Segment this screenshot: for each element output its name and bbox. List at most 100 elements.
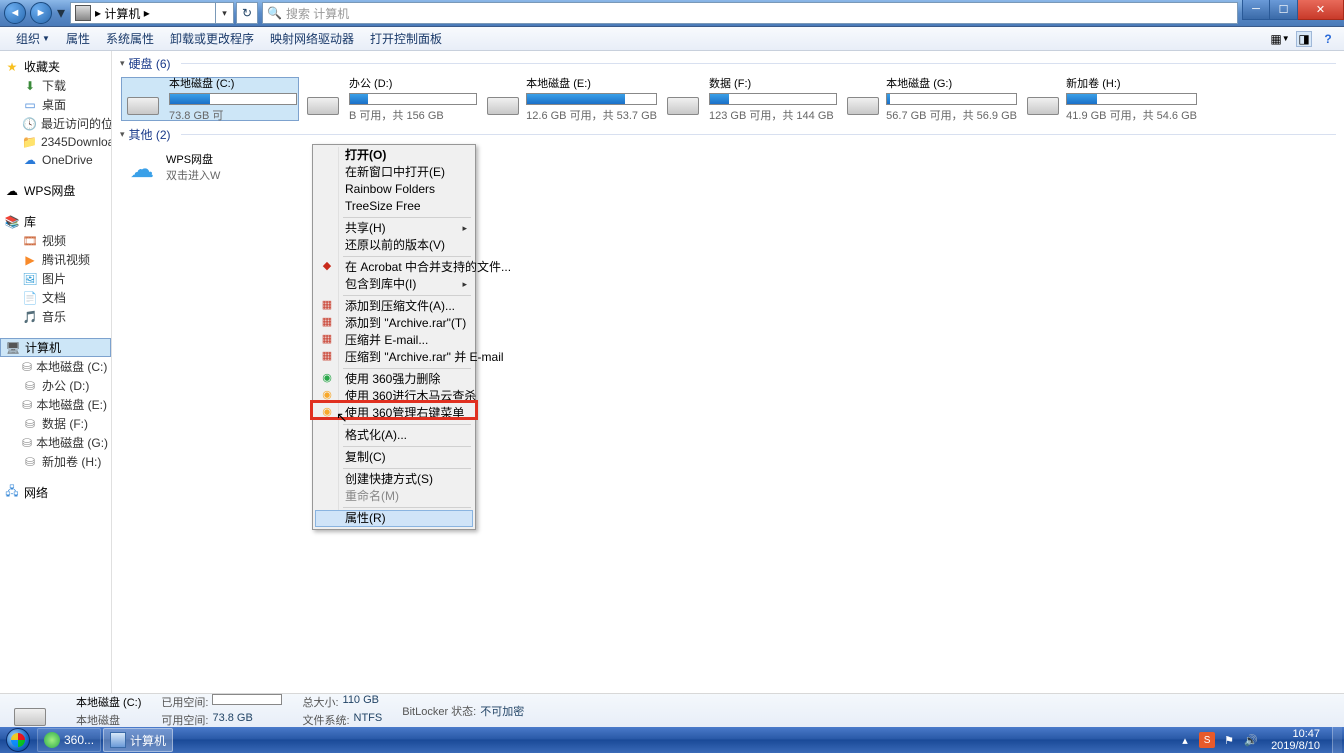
drive-h[interactable]: 新加卷 (H:) 41.9 GB 可用，共 54.6 GB (1021, 77, 1199, 121)
breadcrumb-computer[interactable]: 计算机 (104, 5, 140, 22)
ctx-add-archive[interactable]: ▦添加到压缩文件(A)... (315, 298, 473, 315)
sidebar-drive-h[interactable]: ⛁新加卷 (H:) (0, 452, 111, 471)
close-button[interactable]: ✕ (1298, 0, 1344, 20)
tray-expand-icon[interactable]: ▴ (1177, 732, 1193, 748)
sidebar-drive-d[interactable]: ⛁办公 (D:) (0, 376, 111, 395)
maximize-button[interactable]: ☐ (1270, 0, 1298, 20)
free-space-value: 73.8 GB (212, 712, 252, 728)
ctx-rainbow-folders[interactable]: Rainbow Folders (315, 181, 473, 198)
sidebar-onedrive[interactable]: ☁OneDrive (0, 151, 111, 169)
titlebar: ◄ ► ▾ ▸ 计算机 ▸ ▾ ↻ 🔍 搜索 计算机 ─ ☐ ✕ (0, 0, 1344, 27)
drive-icon: ⛁ (22, 454, 38, 470)
group-hard-drives[interactable]: ▾硬盘 (6) (112, 51, 1344, 76)
drive-free-text: 12.6 GB 可用，共 53.7 GB (526, 107, 657, 123)
sidebar-drive-c[interactable]: ⛁本地磁盘 (C:) (0, 357, 111, 376)
sidebar-network[interactable]: 🖧网络 (0, 483, 111, 502)
drive-free-text: 56.7 GB 可用，共 56.9 GB (886, 107, 1017, 123)
acrobat-icon: ◆ (319, 259, 335, 274)
sidebar-2345downloads[interactable]: 📁2345Downloads (0, 133, 111, 151)
nav-history-dropdown[interactable]: ▾ (54, 2, 68, 24)
taskbar-explorer[interactable]: 计算机 (103, 728, 173, 752)
toolbar-map-drive[interactable]: 映射网络驱动器 (262, 28, 362, 49)
ctx-add-archive-rar[interactable]: ▦添加到 "Archive.rar"(T) (315, 315, 473, 332)
ctx-compress-rar-email[interactable]: ▦压缩到 "Archive.rar" 并 E-mail (315, 349, 473, 366)
ctx-create-shortcut[interactable]: 创建快捷方式(S) (315, 471, 473, 488)
toolbar-organize[interactable]: 组织▼ (8, 28, 58, 49)
nav-back-button[interactable]: ◄ (4, 2, 26, 24)
recent-icon: 🕓 (22, 116, 37, 132)
drives-grid: 本地磁盘 (C:) 73.8 GB 可 办公 (D:) B 可用，共 156 G… (112, 76, 1344, 122)
drive-usage-bar (886, 93, 1017, 105)
sidebar-drive-g[interactable]: ⛁本地磁盘 (G:) (0, 433, 111, 452)
ctx-360-delete[interactable]: ◉使用 360强力删除 (315, 371, 473, 388)
ctx-open-new-window[interactable]: 在新窗口中打开(E) (315, 164, 473, 181)
toolbar-properties[interactable]: 属性 (58, 28, 98, 49)
taskbar-360[interactable]: 360... (37, 728, 101, 752)
tray-flag-icon[interactable]: ⚑ (1221, 732, 1237, 748)
show-desktop-button[interactable] (1332, 727, 1342, 753)
sidebar-desktop[interactable]: ▭桌面 (0, 95, 111, 114)
ctx-open[interactable]: 打开(O) (315, 147, 473, 164)
taskbar-clock[interactable]: 10:47 2019/8/10 (1267, 727, 1324, 753)
tray-ime-icon[interactable]: S (1199, 732, 1215, 748)
ctx-copy[interactable]: 复制(C) (315, 449, 473, 466)
toolbar-uninstall[interactable]: 卸载或更改程序 (162, 28, 262, 49)
preview-pane-button[interactable]: ◨ (1296, 31, 1312, 47)
refresh-button[interactable]: ↻ (236, 2, 258, 24)
toolbar: 组织▼ 属性 系统属性 卸载或更改程序 映射网络驱动器 打开控制面板 ▦▼ ◨ … (0, 27, 1344, 51)
drive-f[interactable]: 数据 (F:) 123 GB 可用，共 144 GB (661, 77, 839, 121)
breadcrumb-sep2: ▸ (144, 6, 150, 20)
drive-free-text: 41.9 GB 可用，共 54.6 GB (1066, 107, 1197, 123)
view-mode-button[interactable]: ▦▼ (1272, 31, 1288, 47)
ctx-acrobat-combine[interactable]: ◆在 Acrobat 中合并支持的文件... (315, 259, 473, 276)
drive-c[interactable]: 本地磁盘 (C:) 73.8 GB 可 (121, 77, 299, 121)
toolbar-system-properties[interactable]: 系统属性 (98, 28, 162, 49)
ctx-compress-email[interactable]: ▦压缩并 E-mail... (315, 332, 473, 349)
sidebar-documents[interactable]: 📄文档 (0, 288, 111, 307)
drive-name: 数据 (F:) (709, 75, 837, 91)
drive-d[interactable]: 办公 (D:) B 可用，共 156 GB (301, 77, 479, 121)
sidebar-tencent-video[interactable]: ▶腾讯视频 (0, 250, 111, 269)
drive-free-text: B 可用，共 156 GB (349, 107, 477, 123)
ctx-rename[interactable]: 重命名(M) (315, 488, 473, 505)
search-placeholder: 搜索 计算机 (286, 5, 349, 22)
sidebar-music[interactable]: 🎵音乐 (0, 307, 111, 326)
windows-orb-icon (6, 728, 30, 752)
start-button[interactable] (0, 727, 36, 753)
toolbar-control-panel[interactable]: 打开控制面板 (362, 28, 450, 49)
sidebar-drive-f[interactable]: ⛁数据 (F:) (0, 414, 111, 433)
drive-icon (663, 81, 703, 117)
group-other[interactable]: ▾其他 (2) (112, 122, 1344, 147)
drive-g[interactable]: 本地磁盘 (G:) 56.7 GB 可用，共 56.9 GB (841, 77, 1019, 121)
address-dropdown[interactable]: ▾ (216, 2, 234, 24)
minimize-button[interactable]: ─ (1242, 0, 1270, 20)
drive-e[interactable]: 本地磁盘 (E:) 12.6 GB 可用，共 53.7 GB (481, 77, 659, 121)
ctx-format[interactable]: 格式化(A)... (315, 427, 473, 444)
total-size-label: 总大小: (302, 694, 338, 710)
drive-usage-bar (349, 93, 477, 105)
ctx-properties[interactable]: 属性(R) (315, 510, 473, 527)
sidebar-favorites[interactable]: ★收藏夹 (0, 57, 111, 76)
ctx-treesize[interactable]: TreeSize Free (315, 198, 473, 215)
sidebar-downloads[interactable]: ⬇下载 (0, 76, 111, 95)
other-wps[interactable]: ☁ WPS网盘 双击进入W (120, 147, 340, 191)
help-button[interactable]: ? (1320, 31, 1336, 47)
address-bar[interactable]: ▸ 计算机 ▸ (70, 2, 216, 24)
drive-name: 办公 (D:) (349, 75, 477, 91)
sidebar-computer[interactable]: 🖥计算机 (0, 338, 111, 357)
sidebar-recent[interactable]: 🕓最近访问的位置 (0, 114, 111, 133)
ctx-include-library[interactable]: 包含到库中(I)▸ (315, 276, 473, 293)
360-icon: ◉ (319, 405, 335, 420)
nav-forward-button[interactable]: ► (30, 2, 52, 24)
tray-volume-icon[interactable]: 🔊 (1243, 732, 1259, 748)
ctx-360-scan[interactable]: ◉使用 360进行木马云查杀 (315, 388, 473, 405)
details-pane: 本地磁盘 (C:) 本地磁盘 已用空间: 可用空间:73.8 GB 总大小:11… (0, 693, 1344, 727)
sidebar-libraries[interactable]: 📚库 (0, 212, 111, 231)
ctx-share[interactable]: 共享(H)▸ (315, 220, 473, 237)
sidebar-videos[interactable]: 🎞视频 (0, 231, 111, 250)
search-input[interactable]: 🔍 搜索 计算机 (262, 2, 1238, 24)
sidebar-drive-e[interactable]: ⛁本地磁盘 (E:) (0, 395, 111, 414)
sidebar-pictures[interactable]: 🖼图片 (0, 269, 111, 288)
ctx-restore-versions[interactable]: 还原以前的版本(V) (315, 237, 473, 254)
sidebar-wps[interactable]: ☁WPS网盘 (0, 181, 111, 200)
